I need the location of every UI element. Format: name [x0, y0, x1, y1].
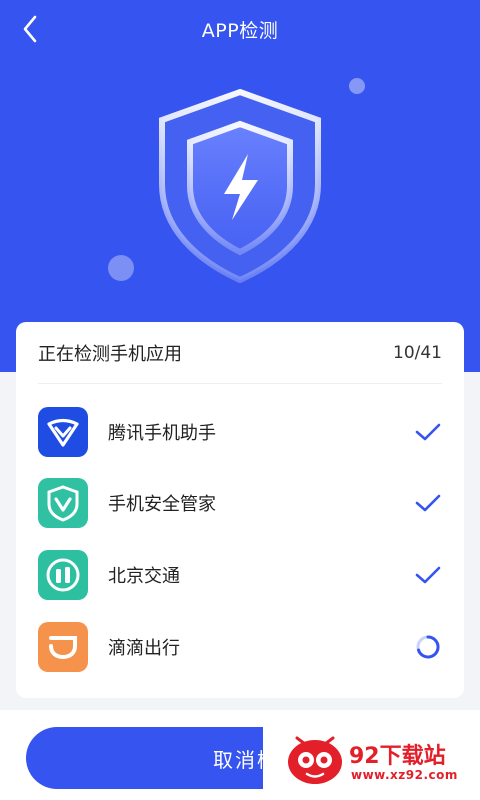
check-icon [414, 561, 442, 589]
watermark-url: www.xz92.com [351, 768, 458, 782]
app-name: 腾讯手机助手 [108, 423, 216, 444]
watermark: 92下载站 www.xz92.com [263, 712, 480, 800]
scan-card: 正在检测手机应用 10/41 腾讯手机助手 手机安全管家 北京交通 滴滴出行 [16, 322, 464, 698]
watermark-title: 92下载站 [349, 744, 446, 769]
decor-dot-large [108, 255, 134, 281]
check-icon [414, 418, 442, 446]
app-name: 北京交通 [108, 566, 180, 587]
shield-lightning-icon [159, 88, 321, 284]
app-name: 手机安全管家 [108, 494, 216, 515]
app-row-security-manager[interactable]: 手机安全管家 [38, 475, 442, 531]
decor-dot-small [349, 78, 365, 94]
app-name: 滴滴出行 [108, 638, 180, 659]
tencent-assistant-icon [38, 407, 88, 457]
beijing-transport-icon [38, 550, 88, 600]
watermark-logo-icon [288, 736, 342, 784]
page-title: APP检测 [201, 20, 279, 42]
scan-card-header: 正在检测手机应用 10/41 [38, 322, 442, 384]
scan-progress-count: 10/41 [393, 342, 442, 363]
app-row-didi[interactable]: 滴滴出行 [38, 619, 442, 675]
app-row-tencent-assistant[interactable]: 腾讯手机助手 [38, 404, 442, 460]
security-manager-icon [38, 478, 88, 528]
didi-icon [38, 622, 88, 672]
app-row-beijing-transport[interactable]: 北京交通 [38, 547, 442, 603]
scan-status-label: 正在检测手机应用 [38, 343, 182, 365]
check-icon [414, 489, 442, 517]
loading-spinner-icon [414, 633, 442, 661]
hero-header: APP检测 [0, 0, 480, 372]
